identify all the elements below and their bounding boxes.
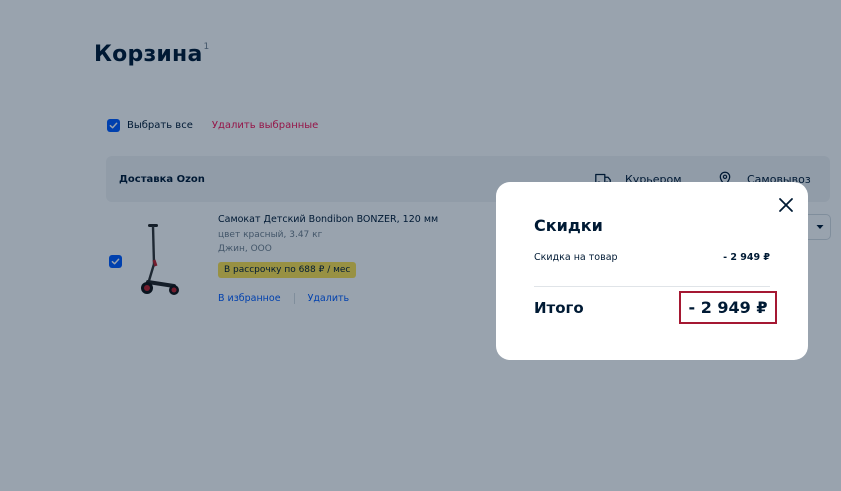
total-label: Итого — [534, 299, 584, 317]
close-icon — [779, 198, 793, 212]
total-value: - 2 949 ₽ — [679, 291, 777, 324]
discounts-modal: Скидки Скидка на товар - 2 949 ₽ Итого -… — [496, 182, 808, 360]
modal-divider — [534, 286, 770, 287]
discount-value: - 2 949 ₽ — [723, 252, 770, 263]
close-button[interactable] — [776, 195, 796, 215]
modal-title: Скидки — [534, 216, 603, 235]
discount-label: Скидка на товар — [534, 252, 618, 263]
